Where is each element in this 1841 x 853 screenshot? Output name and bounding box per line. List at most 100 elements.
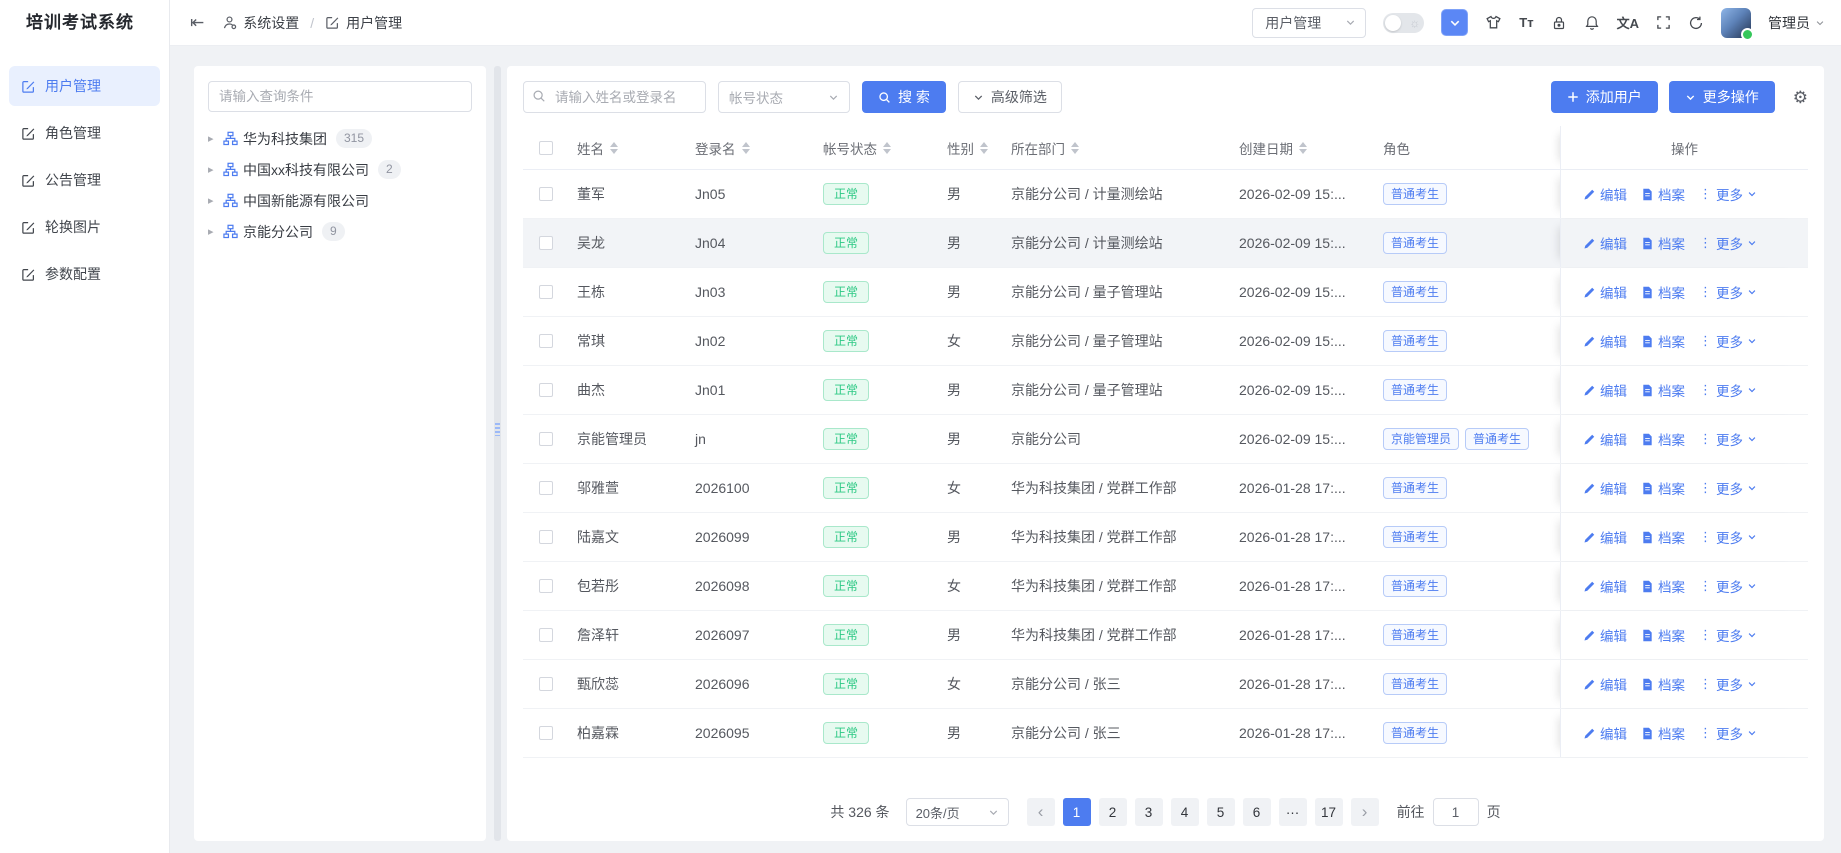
more-button[interactable]: ⋮ 更多 xyxy=(1699,723,1757,743)
sort-icon[interactable] xyxy=(883,141,891,154)
avatar[interactable] xyxy=(1721,7,1754,41)
sort-icon[interactable] xyxy=(1071,141,1079,154)
edit-button[interactable]: 编辑 xyxy=(1583,576,1627,596)
translate-icon[interactable]: 文A xyxy=(1617,13,1639,32)
archive-button[interactable]: 档案 xyxy=(1641,282,1685,302)
row-checkbox[interactable] xyxy=(539,187,553,201)
archive-button[interactable]: 档案 xyxy=(1641,576,1685,596)
edit-button[interactable]: 编辑 xyxy=(1583,380,1627,400)
more-operations-button[interactable]: 更多操作 xyxy=(1668,81,1775,113)
sort-icon[interactable] xyxy=(1299,141,1307,154)
expand-caret-icon[interactable]: ▸ xyxy=(208,225,223,238)
more-button[interactable]: ⋮ 更多 xyxy=(1699,429,1757,449)
add-user-button[interactable]: 添加用户 xyxy=(1550,81,1658,113)
dark-mode-toggle[interactable]: ☼ xyxy=(1383,12,1425,33)
refresh-icon[interactable] xyxy=(1688,15,1704,31)
org-tree-node[interactable]: ▸ 华为科技集团 315 xyxy=(208,123,472,154)
theme-color-button[interactable] xyxy=(1441,9,1469,36)
archive-button[interactable]: 档案 xyxy=(1641,380,1685,400)
more-button[interactable]: ⋮ 更多 xyxy=(1699,331,1757,351)
workspace-select[interactable]: 用户管理 xyxy=(1252,7,1367,38)
tree-search-input[interactable] xyxy=(208,81,472,112)
row-checkbox[interactable] xyxy=(539,677,553,691)
row-checkbox[interactable] xyxy=(539,334,553,348)
sidebar-item[interactable]: 角色管理 xyxy=(9,113,160,153)
edit-button[interactable]: 编辑 xyxy=(1583,233,1627,253)
column-header[interactable]: 创建日期 xyxy=(1231,138,1375,158)
edit-button[interactable]: 编辑 xyxy=(1583,723,1627,743)
column-header[interactable]: 所在部门 xyxy=(1003,138,1231,158)
prev-page-button[interactable]: ‹ xyxy=(1026,798,1055,826)
archive-button[interactable]: 档案 xyxy=(1641,478,1685,498)
edit-button[interactable]: 编辑 xyxy=(1583,184,1627,204)
search-button[interactable]: 搜 索 xyxy=(862,81,946,113)
fullscreen-icon[interactable] xyxy=(1656,15,1671,30)
archive-button[interactable]: 档案 xyxy=(1641,723,1685,743)
archive-button[interactable]: 档案 xyxy=(1641,625,1685,645)
column-header[interactable]: 登录名 xyxy=(687,138,815,158)
more-button[interactable]: ⋮ 更多 xyxy=(1699,576,1757,596)
sort-icon[interactable] xyxy=(610,141,618,154)
sidebar-item[interactable]: 用户管理 xyxy=(9,66,160,106)
goto-page-input[interactable] xyxy=(1432,798,1479,826)
account-status-select[interactable]: 帐号状态 xyxy=(718,81,850,113)
page-ellipsis[interactable]: ··· xyxy=(1278,798,1307,826)
more-button[interactable]: ⋮ 更多 xyxy=(1699,527,1757,547)
sort-icon[interactable] xyxy=(741,141,750,154)
expand-caret-icon[interactable]: ▸ xyxy=(208,132,223,145)
column-settings-gear-icon[interactable]: ⚙ xyxy=(1793,89,1808,106)
expand-caret-icon[interactable]: ▸ xyxy=(208,194,223,207)
collapse-sidebar-icon[interactable]: ⇤ xyxy=(190,13,204,33)
edit-button[interactable]: 编辑 xyxy=(1583,429,1627,449)
row-checkbox[interactable] xyxy=(539,579,553,593)
more-button[interactable]: ⋮ 更多 xyxy=(1699,233,1757,253)
more-button[interactable]: ⋮ 更多 xyxy=(1699,282,1757,302)
row-checkbox[interactable] xyxy=(539,236,553,250)
theme-skin-icon[interactable] xyxy=(1485,14,1502,31)
more-button[interactable]: ⋮ 更多 xyxy=(1699,625,1757,645)
row-checkbox[interactable] xyxy=(539,530,553,544)
more-button[interactable]: ⋮ 更多 xyxy=(1699,380,1757,400)
row-checkbox[interactable] xyxy=(539,285,553,299)
edit-button[interactable]: 编辑 xyxy=(1583,625,1627,645)
archive-button[interactable]: 档案 xyxy=(1641,527,1685,547)
sort-icon[interactable] xyxy=(980,141,988,154)
page-button[interactable]: 2 xyxy=(1098,798,1127,826)
row-checkbox[interactable] xyxy=(539,383,553,397)
page-button[interactable]: 1 xyxy=(1062,798,1091,826)
lock-icon[interactable] xyxy=(1551,15,1567,31)
breadcrumb-item[interactable]: 系统设置 xyxy=(243,13,299,33)
sidebar-item[interactable]: 公告管理 xyxy=(9,160,160,200)
row-checkbox[interactable] xyxy=(539,432,553,446)
select-all-checkbox[interactable] xyxy=(539,140,553,155)
bell-icon[interactable] xyxy=(1584,15,1600,31)
user-menu[interactable]: 管理员 xyxy=(1768,13,1825,33)
more-button[interactable]: ⋮ 更多 xyxy=(1699,674,1757,694)
archive-button[interactable]: 档案 xyxy=(1641,429,1685,449)
row-checkbox[interactable] xyxy=(539,481,553,495)
page-button[interactable]: 6 xyxy=(1242,798,1271,826)
org-tree-node[interactable]: ▸ 京能分公司 9 xyxy=(208,216,472,247)
archive-button[interactable]: 档案 xyxy=(1641,331,1685,351)
expand-caret-icon[interactable]: ▸ xyxy=(208,163,223,176)
user-search-input[interactable] xyxy=(523,81,706,113)
edit-button[interactable]: 编辑 xyxy=(1583,331,1627,351)
org-tree-node[interactable]: ▸ 中国新能源有限公司 xyxy=(208,185,472,216)
column-header[interactable]: 帐号状态 xyxy=(815,138,939,158)
more-button[interactable]: ⋮ 更多 xyxy=(1699,478,1757,498)
breadcrumb-item-current[interactable]: 用户管理 xyxy=(346,13,402,33)
column-header[interactable]: 性别 xyxy=(939,138,1003,158)
page-size-select[interactable]: 20条/页 xyxy=(905,798,1009,826)
edit-button[interactable]: 编辑 xyxy=(1583,527,1627,547)
next-page-button[interactable]: › xyxy=(1350,798,1379,826)
row-checkbox[interactable] xyxy=(539,726,553,740)
archive-button[interactable]: 档案 xyxy=(1641,674,1685,694)
page-button[interactable]: 3 xyxy=(1134,798,1163,826)
edit-button[interactable]: 编辑 xyxy=(1583,674,1627,694)
column-header[interactable]: 姓名 xyxy=(569,138,687,158)
edit-button[interactable]: 编辑 xyxy=(1583,282,1627,302)
edit-button[interactable]: 编辑 xyxy=(1583,478,1627,498)
sidebar-item[interactable]: 轮换图片 xyxy=(9,207,160,247)
more-button[interactable]: ⋮ 更多 xyxy=(1699,184,1757,204)
org-tree-node[interactable]: ▸ 中国xx科技有限公司 2 xyxy=(208,154,472,185)
